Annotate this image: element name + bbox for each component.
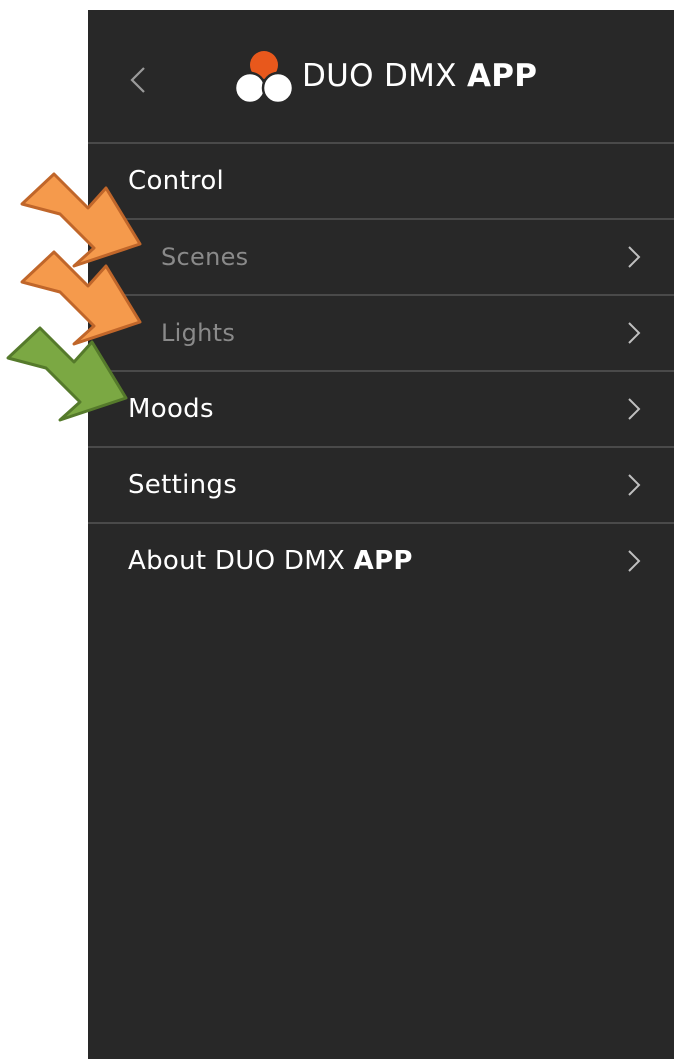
chevron-right-icon	[628, 398, 641, 420]
app-title-bold: APP	[466, 58, 538, 94]
menu-item-control[interactable]: Control	[88, 144, 674, 218]
menu-item-scenes[interactable]: Scenes	[88, 220, 674, 294]
app-title-prefix: DUO DMX	[302, 58, 467, 94]
about-label-bold: APP	[353, 546, 413, 576]
menu-item-label: Scenes	[161, 243, 249, 271]
chevron-right-icon	[628, 322, 641, 344]
menu-item-lights[interactable]: Lights	[88, 296, 674, 370]
menu-item-label: Moods	[128, 394, 214, 424]
app-title: DUO DMX APP	[302, 58, 537, 94]
three-circles-logo-icon	[234, 51, 294, 105]
green-arrow-icon	[6, 326, 128, 422]
chevron-right-icon	[628, 550, 641, 572]
menu-header: DUO DMX APP	[88, 10, 674, 142]
menu-item-about[interactable]: About DUO DMX APP	[88, 524, 674, 598]
chevron-right-icon	[628, 474, 641, 496]
menu-item-settings[interactable]: Settings	[88, 448, 674, 522]
menu-item-label: About DUO DMX APP	[128, 546, 413, 576]
back-button[interactable]	[126, 64, 150, 96]
menu-item-label: Settings	[128, 470, 238, 500]
chevron-right-icon	[628, 246, 641, 268]
chevron-left-icon	[130, 67, 145, 93]
about-label-prefix: About DUO DMX	[128, 546, 354, 576]
side-menu-panel: DUO DMX APP Control Scenes Lights Moods …	[88, 10, 674, 1059]
menu-item-label: Lights	[161, 319, 236, 347]
menu-item-moods[interactable]: Moods	[88, 372, 674, 446]
